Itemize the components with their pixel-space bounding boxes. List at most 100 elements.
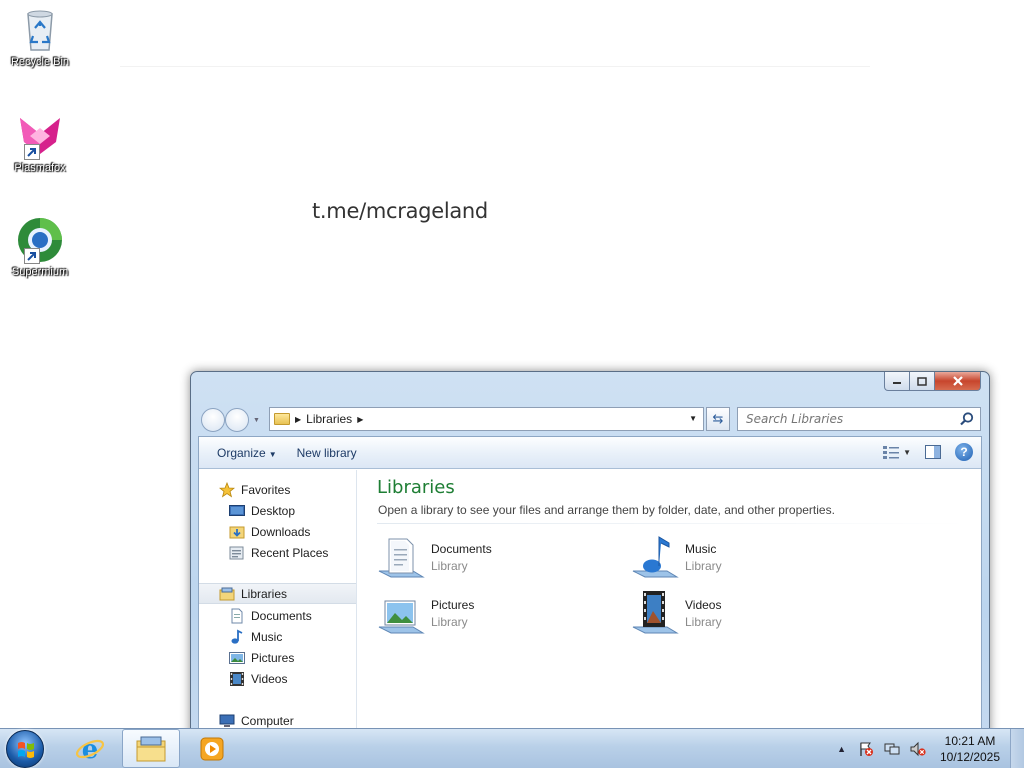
new-library-button[interactable]: New library [287,446,367,460]
organize-button[interactable]: Organize ▼ [207,446,287,460]
nav-computer-label: Computer [241,713,294,728]
header-divider [377,523,967,524]
nav-documents-label: Documents [251,608,312,623]
desktop-icon-label: Plasmafox [14,162,66,174]
shortcut-arrow-icon [24,144,40,160]
breadcrumb-separator-icon[interactable]: ▶ [357,415,363,424]
documents-icon [229,608,245,624]
desktop-icon-supermium[interactable]: Supermium [4,216,76,278]
window-controls [884,372,981,391]
recent-places-icon [229,545,245,561]
nav-downloads[interactable]: Downloads [199,521,356,542]
library-name: Documents [431,541,492,556]
library-type: Library [431,558,468,573]
show-hidden-icons-icon[interactable]: ▲ [837,744,846,754]
clock[interactable]: 10:21 AM 10/12/2025 [936,733,1004,765]
desktop-icon-plasmafox[interactable]: Plasmafox [4,112,76,174]
command-bar-right: ▼ ? [883,443,973,461]
star-icon [219,481,235,498]
nav-documents[interactable]: Documents [199,605,356,626]
library-type: Library [685,558,722,573]
breadcrumb-separator-icon[interactable]: ▶ [295,415,301,424]
nav-libraries[interactable]: Libraries [199,583,356,604]
preview-pane-icon[interactable] [925,445,941,459]
minimize-button[interactable] [884,372,910,391]
recycle-bin-icon [16,6,64,54]
desktop-icon [229,503,245,519]
nav-desktop-label: Desktop [251,503,296,518]
pictures-library-icon [377,589,425,637]
wallpaper-text: t.me/mcrageland [312,199,488,223]
show-desktop-button[interactable] [1010,729,1024,768]
pictures-icon [229,650,245,666]
nav-favorites-label: Favorites [241,482,291,497]
taskbar: e ▲ 10:21 AM 10/12/2025 [0,728,1024,768]
library-name: Music [685,541,717,556]
nav-music[interactable]: Music [199,626,356,647]
help-icon[interactable]: ? [955,443,973,461]
search-icon[interactable] [959,411,975,427]
chevron-down-icon: ▼ [268,449,277,459]
taskbar-windows-explorer[interactable] [122,729,180,768]
taskbar-media-player[interactable] [183,729,241,768]
downloads-folder-icon [229,524,245,540]
nav-videos[interactable]: Videos [199,668,356,689]
clock-time: 10:21 AM [944,733,996,748]
music-library-icon [631,533,679,581]
organize-label: Organize [217,445,266,460]
nav-libraries-label: Libraries [241,586,288,601]
internet-explorer-icon: e [75,735,105,764]
refresh-icon: ⇆ [712,411,724,426]
address-dropdown-icon[interactable]: ▼ [689,414,697,423]
music-icon [229,629,245,645]
close-button[interactable] [935,372,981,391]
library-music[interactable]: Music Library [631,533,871,581]
explorer-window[interactable]: ▼ ▶ Libraries ▶ ▼ ⇆ Organize▼ New librar… [190,371,990,768]
start-button[interactable] [6,730,44,768]
content-pane: Libraries Open a library to see your fil… [369,470,981,767]
library-name: Pictures [431,597,475,612]
explorer-folder-icon [136,736,166,761]
search-input[interactable] [738,408,948,429]
nav-recent-places-label: Recent Places [251,545,329,560]
nav-pictures[interactable]: Pictures [199,647,356,668]
details-view-icon [883,446,900,459]
windows-logo-icon [18,742,34,758]
back-button[interactable] [201,408,225,432]
restore-icon [917,376,927,386]
navigation-bar: ▼ ▶ Libraries ▶ ▼ ⇆ [199,406,981,432]
nav-favorites[interactable]: Favorites [199,479,356,500]
library-documents[interactable]: Documents Library [377,533,617,581]
libraries-icon [219,586,235,602]
breadcrumb-libraries[interactable]: Libraries [306,412,352,426]
library-pictures[interactable]: Pictures Library [377,589,617,637]
volume-muted-icon[interactable] [910,741,926,757]
libraries-folder-icon [274,413,290,425]
desktop-divider [120,66,870,67]
explorer-body: Organize ▼ New library ▼ ? Favorites Des… [198,436,982,767]
network-icon[interactable] [884,741,900,757]
recent-pages-dropdown-icon[interactable]: ▼ [253,417,260,424]
chevron-down-icon[interactable]: ▼ [903,448,911,457]
refresh-button[interactable]: ⇆ [706,407,730,431]
action-center-flag-icon[interactable] [858,741,874,757]
change-view-button[interactable]: ▼ [883,445,911,459]
address-bar[interactable]: ▶ Libraries ▶ ▼ [269,407,704,431]
nav-music-label: Music [251,629,283,644]
nav-pictures-label: Pictures [251,650,295,665]
plasmafox-icon [16,112,64,160]
nav-videos-label: Videos [251,671,288,686]
supermium-icon [16,216,64,264]
taskbar-internet-explorer[interactable]: e [61,729,119,768]
forward-button[interactable] [225,408,249,432]
library-type: Library [431,614,468,629]
search-box[interactable] [737,407,981,431]
command-bar: Organize ▼ New library ▼ ? [199,437,981,469]
shortcut-arrow-icon [24,248,40,264]
desktop-icon-recycle-bin[interactable]: Recycle Bin [4,6,76,68]
library-videos[interactable]: Videos Library [631,589,871,637]
restore-button[interactable] [910,372,935,391]
nav-recent-places[interactable]: Recent Places [199,542,356,563]
nav-desktop[interactable]: Desktop [199,500,356,521]
system-tray: ▲ 10:21 AM 10/12/2025 [837,729,1024,768]
